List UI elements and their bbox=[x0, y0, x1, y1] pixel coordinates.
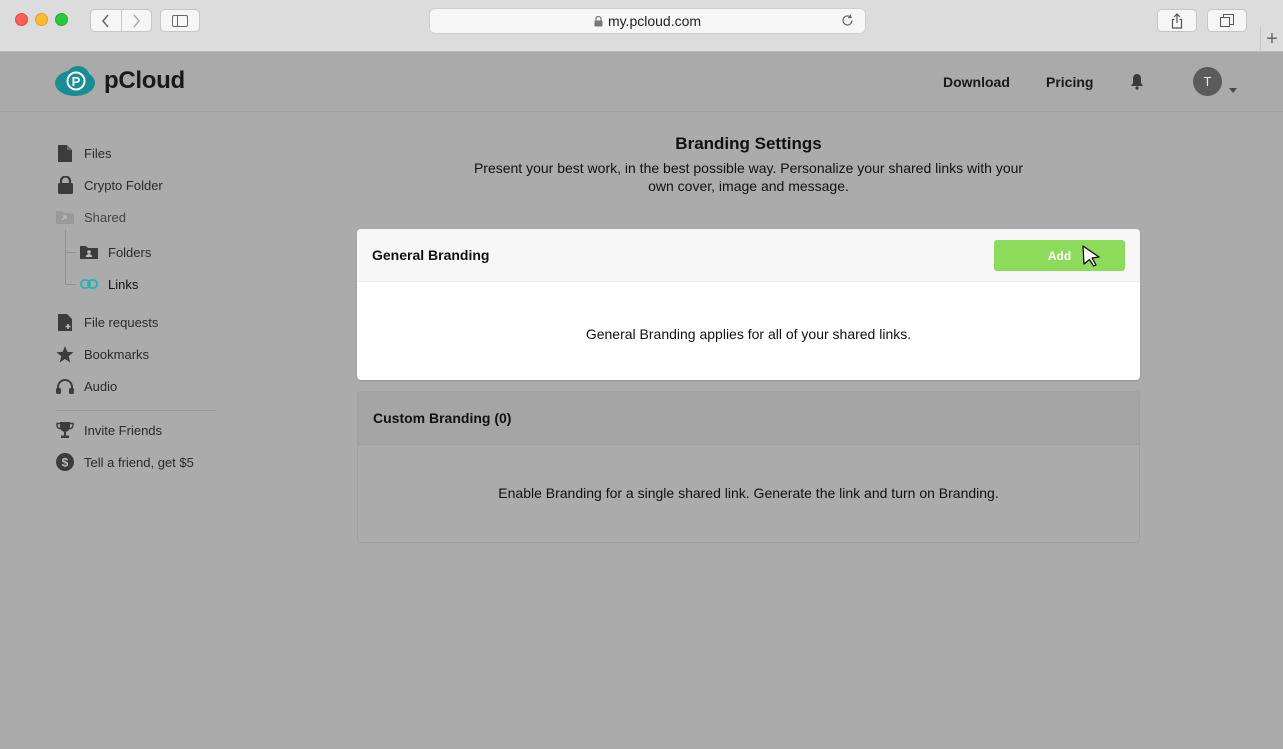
sidebar-item-crypto-folder[interactable]: Crypto Folder bbox=[56, 175, 163, 195]
url-text: my.pcloud.com bbox=[607, 13, 702, 29]
general-branding-description: General Branding applies for all of your… bbox=[585, 326, 912, 342]
user-folder-icon bbox=[80, 243, 98, 261]
sidebar-item-shared[interactable]: Shared bbox=[56, 207, 126, 227]
avatar[interactable]: T bbox=[1193, 67, 1222, 96]
general-branding-card: General Branding Add General Branding ap… bbox=[357, 229, 1140, 380]
history-nav bbox=[90, 9, 152, 32]
new-tab-button[interactable]: + bbox=[1260, 27, 1283, 52]
link-icon bbox=[80, 275, 98, 293]
minimize-window-button[interactable] bbox=[35, 13, 48, 26]
sidebar-divider bbox=[56, 410, 216, 411]
sidebar-item-file-requests[interactable]: File requests bbox=[56, 312, 158, 332]
sidebar-item-audio[interactable]: Audio bbox=[56, 376, 117, 396]
sidebar-item-label: Files bbox=[84, 145, 112, 161]
sidebar-toggle-button[interactable] bbox=[160, 9, 200, 32]
tree-connector bbox=[65, 230, 66, 284]
file-request-icon bbox=[56, 313, 74, 331]
headphones-icon bbox=[56, 377, 74, 395]
page-subtitle: Present your best work, in the best poss… bbox=[473, 160, 1024, 194]
svg-text:P: P bbox=[72, 74, 81, 89]
lock-icon bbox=[56, 176, 74, 194]
sidebar-item-files[interactable]: Files bbox=[56, 143, 111, 163]
browser-toolbar: my.pcloud.com + bbox=[0, 0, 1283, 52]
sidebar-item-links[interactable]: Links bbox=[80, 274, 138, 294]
lock-icon bbox=[594, 15, 603, 27]
chevron-right-icon bbox=[133, 14, 141, 27]
chevron-down-icon[interactable] bbox=[1229, 80, 1237, 98]
back-button[interactable] bbox=[91, 10, 121, 31]
general-branding-heading: General Branding bbox=[372, 247, 490, 263]
pcloud-logo[interactable]: P pCloud bbox=[54, 65, 185, 97]
sidebar-item-folders[interactable]: Folders bbox=[80, 242, 151, 262]
forward-button[interactable] bbox=[120, 10, 152, 31]
plus-icon: + bbox=[1266, 28, 1278, 50]
sidebar-item-label: Crypto Folder bbox=[84, 177, 163, 193]
tree-connector bbox=[65, 284, 76, 285]
custom-branding-header: Custom Branding (0) bbox=[358, 392, 1139, 445]
sidebar-item-label: Folders bbox=[108, 244, 152, 260]
pcloud-cloud-icon: P bbox=[55, 66, 95, 96]
trophy-icon bbox=[56, 421, 74, 439]
share-button[interactable] bbox=[1157, 9, 1197, 32]
show-tabs-button[interactable] bbox=[1207, 9, 1247, 32]
star-icon bbox=[56, 345, 74, 363]
sidebar-item-bookmarks[interactable]: Bookmarks bbox=[56, 344, 149, 364]
page-title: Branding Settings bbox=[675, 134, 822, 153]
custom-branding-heading: Custom Branding (0) bbox=[373, 410, 512, 426]
avatar-initial: T bbox=[1203, 74, 1212, 89]
sidebar-item-invite-friends[interactable]: Invite Friends bbox=[56, 420, 162, 440]
tabs-icon bbox=[1220, 13, 1234, 27]
sidebar-item-tell-a-friend[interactable]: $ Tell a friend, get $5 bbox=[56, 452, 194, 472]
general-branding-header: General Branding Add bbox=[357, 229, 1140, 282]
pricing-link[interactable]: Pricing bbox=[1046, 74, 1093, 90]
sidebar-item-label: Bookmarks bbox=[84, 346, 150, 362]
sidebar-item-label: File requests bbox=[84, 314, 159, 330]
mouse-pointer-icon bbox=[1082, 245, 1102, 272]
address-bar[interactable]: my.pcloud.com bbox=[429, 8, 866, 34]
sidebar-item-label: Invite Friends bbox=[84, 422, 163, 438]
app-header: P pCloud Download Pricing T bbox=[0, 52, 1283, 112]
share-icon bbox=[1171, 12, 1183, 29]
reload-icon[interactable] bbox=[840, 13, 855, 31]
sidebar-item-label: Tell a friend, get $5 bbox=[84, 454, 194, 470]
custom-branding-description: Enable Branding for a single shared link… bbox=[498, 485, 999, 501]
add-branding-button[interactable]: Add bbox=[994, 240, 1125, 271]
file-icon bbox=[56, 144, 74, 162]
dollar-coin-icon: $ bbox=[56, 453, 74, 471]
sidebar-icon bbox=[172, 14, 188, 27]
svg-text:$: $ bbox=[62, 456, 69, 470]
sidebar-item-label: Links bbox=[108, 276, 139, 292]
custom-branding-card: Custom Branding (0) Enable Branding for … bbox=[357, 391, 1140, 543]
shared-folder-icon bbox=[56, 208, 74, 226]
download-link[interactable]: Download bbox=[943, 74, 1010, 90]
sidebar-item-label: Audio bbox=[84, 378, 118, 394]
tree-connector bbox=[65, 252, 76, 253]
zoom-window-button[interactable] bbox=[55, 13, 68, 26]
brand-name: pCloud bbox=[104, 67, 185, 94]
sidebar-item-label: Shared bbox=[84, 209, 126, 225]
bell-icon[interactable] bbox=[1130, 73, 1144, 95]
add-button-label: Add bbox=[1047, 248, 1072, 263]
chevron-left-icon bbox=[101, 14, 109, 27]
close-window-button[interactable] bbox=[15, 13, 28, 26]
